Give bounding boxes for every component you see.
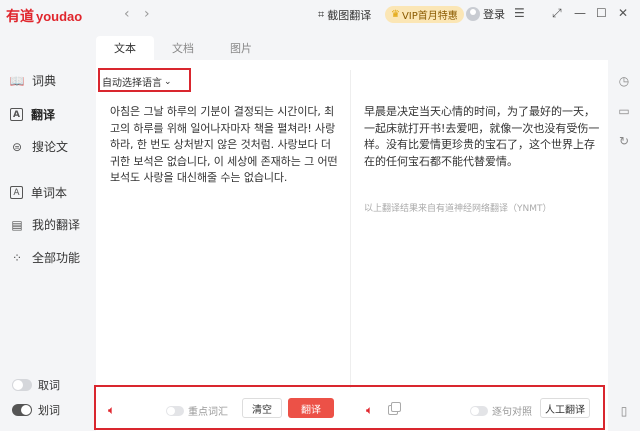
crop-icon: ⌗ — [318, 8, 325, 21]
logo-cn: 有道 — [6, 9, 34, 25]
sidebar-item-translate[interactable]: A 翻译 — [10, 106, 55, 123]
translation-output: 早晨是决定当天心情的时间，为了最好的一天，一起床就打开书!去爱吧，就像一次也没有… — [364, 105, 600, 168]
select-word-label: 划词 — [38, 404, 60, 417]
sidebar-item-search-paper[interactable]: ⊜ 搜论文 — [10, 138, 68, 155]
sentence-compare-switch[interactable] — [470, 405, 488, 416]
key-words-label: 重点词汇 — [188, 407, 228, 418]
minimize-icon[interactable]: — — [574, 6, 586, 20]
mini-mode-icon[interactable]: ⤢ — [552, 6, 562, 21]
translate-panel: 自动选择语言 ⌄ 아침은 그날 하루의 기분이 결정되는 시간이다, 최고의 하… — [94, 60, 608, 431]
notes-icon[interactable]: ▭ — [617, 104, 631, 118]
wordbook-icon: A — [10, 186, 23, 199]
sidebar-item-wordbook[interactable]: A 单词本 — [10, 184, 67, 201]
maximize-icon[interactable]: ☐ — [596, 6, 607, 20]
sidebar-item-label: 翻译 — [31, 108, 56, 122]
chevron-down-icon: ⌄ — [164, 76, 172, 87]
vip-promo-button[interactable]: ♛ VIP首月特惠 — [385, 6, 464, 23]
select-word-toggle[interactable]: 划词 — [12, 402, 60, 418]
key-words-switch[interactable] — [166, 405, 184, 416]
search-paper-icon: ⊜ — [11, 139, 23, 154]
tab-text[interactable]: 文本 — [96, 36, 154, 60]
panel-divider — [350, 70, 351, 388]
translate-button[interactable]: 翻译 — [288, 398, 334, 418]
close-icon[interactable]: ✕ — [618, 6, 628, 20]
logo-en: youdao — [36, 9, 83, 24]
sidebar-item-label: 单词本 — [31, 186, 68, 200]
copy-icon[interactable] — [388, 402, 401, 415]
screenshot-translate-label: 截图翻译 — [327, 9, 372, 22]
sidebar-item-my-translation[interactable]: ▤ 我的翻译 — [10, 216, 80, 233]
human-translate-button[interactable]: 人工翻译 — [540, 398, 590, 418]
translate-icon: A — [10, 108, 23, 121]
screenshot-translate-button[interactable]: ⌗ 截图翻译 — [318, 7, 371, 23]
key-words-toggle[interactable]: 重点词汇 — [166, 403, 228, 418]
sentence-compare-label: 逐句对照 — [492, 407, 532, 418]
sidebar-item-label: 搜论文 — [32, 140, 69, 154]
translate-tabs: 文本 文档 图片 — [96, 36, 270, 60]
my-translation-icon: ▤ — [11, 217, 23, 232]
vip-label: VIP首月特惠 — [401, 11, 458, 22]
pick-word-toggle[interactable]: 取词 — [12, 377, 60, 393]
sidebar: 📖 词典 A 翻译 ⊜ 搜论文 A 单词本 ▤ 我的翻译 ⁘ 全部功能 取词 划… — [0, 30, 90, 431]
target-speaker-icon[interactable]: 🔈︎ — [366, 403, 373, 418]
title-bar: 有道 youdao ‹ › ⌗ 截图翻译 ♛ VIP首月特惠 登录 ☰ ⤢ — … — [0, 0, 640, 30]
login-button[interactable]: 登录 — [466, 6, 505, 22]
avatar-icon — [466, 7, 480, 21]
back-icon[interactable]: ‹ — [124, 6, 130, 22]
dictionary-icon: 📖 — [9, 73, 25, 88]
forward-icon[interactable]: › — [144, 6, 150, 22]
tab-document[interactable]: 文档 — [154, 36, 212, 60]
bottom-toolbar: 🔈︎ 重点词汇 清空 翻译 🔈︎ 逐句对照 人工翻译 — [96, 390, 608, 428]
clear-button[interactable]: 清空 — [242, 398, 282, 418]
pick-word-label: 取词 — [38, 379, 60, 392]
all-features-icon: ⁘ — [11, 250, 23, 265]
document-icon[interactable]: ▯ — [617, 404, 631, 418]
refresh-icon[interactable]: ↻ — [617, 134, 631, 148]
history-icon[interactable]: ◷ — [617, 74, 631, 88]
sidebar-item-label: 我的翻译 — [32, 218, 81, 232]
sidebar-item-label: 词典 — [32, 74, 57, 88]
youdao-logo: 有道 youdao — [6, 6, 82, 26]
engine-note: 以上翻译结果来自有道神经网络翻译（YNMT） — [364, 204, 552, 214]
language-select-label: 自动选择语言 — [102, 78, 162, 89]
pick-word-switch[interactable] — [12, 379, 32, 391]
sidebar-item-all-features[interactable]: ⁘ 全部功能 — [10, 249, 80, 266]
login-label: 登录 — [483, 8, 505, 21]
menu-icon[interactable]: ☰ — [514, 6, 525, 20]
sidebar-item-label: 全部功能 — [32, 251, 81, 265]
crown-icon: ♛ — [391, 9, 400, 20]
sidebar-item-dictionary[interactable]: 📖 词典 — [10, 72, 56, 89]
sentence-compare-toggle[interactable]: 逐句对照 — [470, 403, 532, 418]
language-select[interactable]: 自动选择语言 ⌄ — [102, 74, 172, 90]
select-word-switch[interactable] — [12, 404, 32, 416]
source-text-input[interactable]: 아침은 그날 하루의 기분이 결정되는 시간이다, 최고의 하루를 위해 일어나… — [110, 104, 340, 187]
tab-image[interactable]: 图片 — [212, 36, 270, 60]
source-speaker-icon[interactable]: 🔈︎ — [108, 403, 115, 418]
